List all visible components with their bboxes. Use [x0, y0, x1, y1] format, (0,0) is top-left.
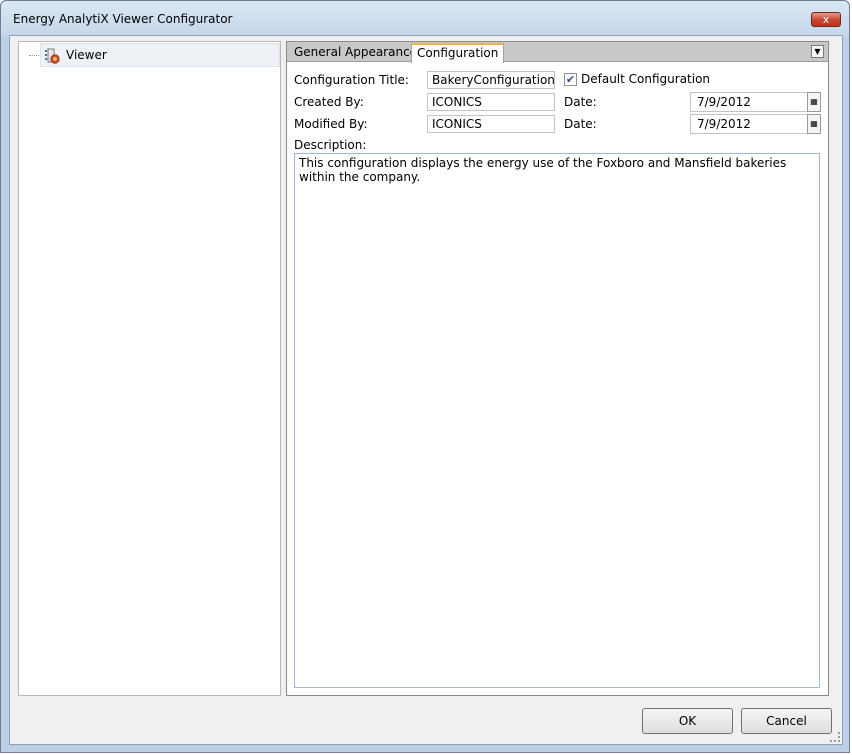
window-title: Energy AnalytiX Viewer Configurator	[13, 12, 233, 26]
title-bar[interactable]: Energy AnalytiX Viewer Configurator x	[1, 1, 849, 37]
created-date-label: Date:	[564, 95, 597, 109]
close-icon: x	[822, 13, 830, 26]
description-label: Description:	[294, 138, 367, 152]
created-by-label: Created By:	[294, 95, 364, 109]
tree-node-viewer[interactable]: Viewer	[40, 43, 280, 67]
config-title-label: Configuration Title:	[294, 73, 409, 87]
modified-by-input[interactable]: ICONICS	[427, 115, 555, 133]
created-date-input[interactable]: 7/9/2012	[690, 92, 808, 112]
checkmark-icon: ✔	[565, 73, 576, 86]
dialog-client-area: Viewer General Appearance Configuration …	[9, 35, 843, 745]
viewer-node-icon	[45, 48, 60, 64]
resize-grip[interactable]	[830, 732, 840, 742]
tab-strip: General Appearance Configuration ▼	[287, 42, 828, 63]
modified-date-input[interactable]: 7/9/2012	[690, 114, 808, 134]
calendar-icon: ▦	[810, 97, 818, 106]
calendar-icon: ▦	[810, 119, 818, 128]
configuration-tree[interactable]: Viewer	[18, 41, 281, 696]
app-window: Energy AnalytiX Viewer Configurator x Vi…	[0, 0, 850, 753]
created-by-input[interactable]: ICONICS	[427, 93, 555, 111]
modified-date-label: Date:	[564, 117, 597, 131]
tab-general[interactable]: General	[289, 43, 346, 62]
tab-menu-button[interactable]: ▼	[811, 45, 824, 58]
tab-general-label: General	[294, 45, 342, 59]
tab-appearance[interactable]: Appearance	[340, 43, 422, 62]
default-config-label: Default Configuration	[581, 72, 711, 86]
cancel-button[interactable]: Cancel	[741, 708, 832, 734]
ok-button[interactable]: OK	[642, 708, 733, 734]
tab-configuration[interactable]: Configuration	[411, 43, 505, 63]
tab-configuration-label: Configuration	[417, 46, 499, 60]
description-textarea[interactable]: This configuration displays the energy u…	[294, 153, 820, 688]
properties-panel: General Appearance Configuration ▼ Confi…	[286, 41, 829, 696]
config-title-input[interactable]: BakeryConfigurationFM	[427, 71, 555, 89]
dropdown-arrow-icon: ▼	[814, 47, 821, 56]
default-config-checkbox[interactable]: ✔	[564, 73, 577, 86]
tree-connector	[29, 55, 39, 56]
created-date-calendar-button[interactable]: ▦	[807, 92, 821, 112]
tree-node-label: Viewer	[66, 48, 107, 62]
close-button[interactable]: x	[811, 12, 841, 27]
modified-date-calendar-button[interactable]: ▦	[807, 114, 821, 134]
tab-appearance-label: Appearance	[345, 45, 418, 59]
modified-by-label: Modified By:	[294, 117, 368, 131]
